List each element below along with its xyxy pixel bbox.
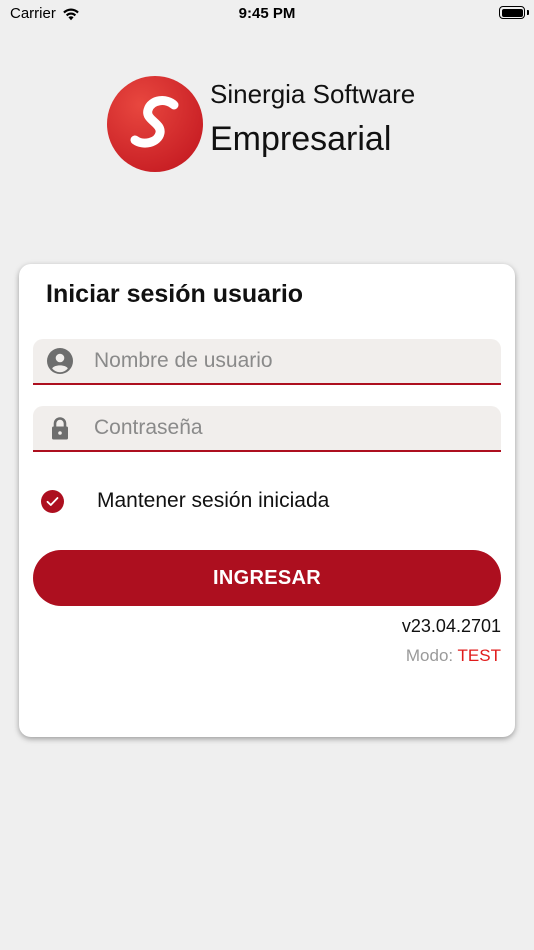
remember-session-toggle[interactable]: Mantener sesión iniciada [41,489,329,513]
mode-label: Modo: [405,646,454,665]
login-title: Iniciar sesión usuario [46,280,304,308]
brand-name: Sinergia Software [210,79,416,109]
checkmark-icon[interactable] [41,489,64,513]
lock-icon [52,417,68,440]
brand-subtitle: Empresarial [210,120,392,158]
battery-cap [527,10,529,15]
environment-mode: Modo: TEST [406,646,501,666]
status-time: 9:45 PM [238,5,296,22]
password-field[interactable] [33,406,501,452]
user-icon [47,348,73,374]
login-card: Iniciar sesión usuario Mantener sesión i… [19,264,515,737]
password-input[interactable] [94,406,484,450]
battery-level [501,8,523,17]
remember-session-label: Mantener sesión iniciada [97,489,330,512]
username-input[interactable] [94,339,484,383]
sinergia-logo [107,76,203,172]
status-bar: Carrier 9:45 PM [0,0,534,28]
login-button[interactable]: INGRESAR [33,550,501,606]
username-field[interactable] [33,339,501,385]
app-version: v23.04.2701 [401,616,501,636]
battery-icon [499,6,525,19]
mode-value: TEST [457,646,501,665]
